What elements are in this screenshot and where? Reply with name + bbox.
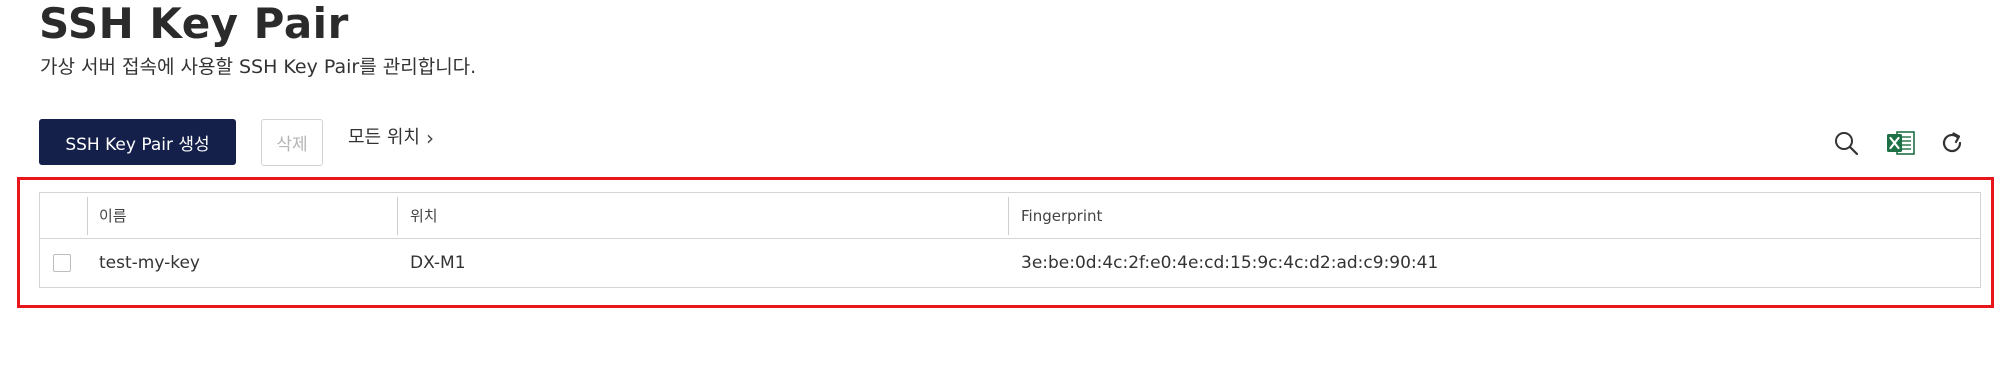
column-divider (1008, 197, 1009, 235)
page-description: 가상 서버 접속에 사용할 SSH Key Pair를 관리합니다. (40, 56, 477, 78)
column-header-name[interactable]: 이름 (99, 193, 127, 238)
key-fingerprint: 3e:be:0d:4c:2f:e0:4e:cd:15:9c:4c:d2:ad:c… (1021, 253, 1439, 273)
column-divider (397, 197, 398, 235)
key-location: DX-M1 (410, 253, 466, 273)
location-filter-link[interactable]: 모든 위치 › (348, 124, 434, 152)
refresh-icon[interactable] (1935, 126, 1969, 160)
search-icon[interactable] (1829, 126, 1863, 160)
row-checkbox[interactable] (53, 254, 71, 272)
column-header-fingerprint-label: Fingerprint (1021, 206, 1103, 225)
excel-export-icon[interactable] (1884, 126, 1918, 160)
cell-fingerprint: 3e:be:0d:4c:2f:e0:4e:cd:15:9c:4c:d2:ad:c… (1021, 239, 1438, 287)
column-header-location[interactable]: 위치 (410, 193, 438, 238)
ssh-key-table: 이름 위치 Fingerprint test-my-key DX-M1 3e:b… (39, 192, 1981, 288)
row-select-cell (53, 239, 71, 287)
chevron-right-icon: › (425, 126, 434, 150)
ssh-key-pair-page: SSH Key Pair 가상 서버 접속에 사용할 SSH Key Pair를… (0, 0, 2000, 378)
table-row[interactable]: test-my-key DX-M1 3e:be:0d:4c:2f:e0:4e:c… (40, 239, 1980, 287)
page-title: SSH Key Pair (39, 0, 349, 48)
column-header-location-label: 위치 (410, 207, 438, 225)
create-ssh-key-pair-button[interactable]: SSH Key Pair 생성 (39, 119, 236, 165)
cell-name: test-my-key (99, 239, 200, 287)
column-header-fingerprint[interactable]: Fingerprint (1021, 193, 1102, 238)
table-header-row: 이름 위치 Fingerprint (40, 193, 1980, 239)
delete-button[interactable]: 삭제 (261, 119, 323, 166)
cell-location: DX-M1 (410, 239, 466, 287)
column-divider (87, 197, 88, 235)
column-header-name-label: 이름 (99, 207, 127, 225)
key-name: test-my-key (99, 253, 200, 273)
location-filter-label: 모든 위치 (348, 127, 420, 148)
